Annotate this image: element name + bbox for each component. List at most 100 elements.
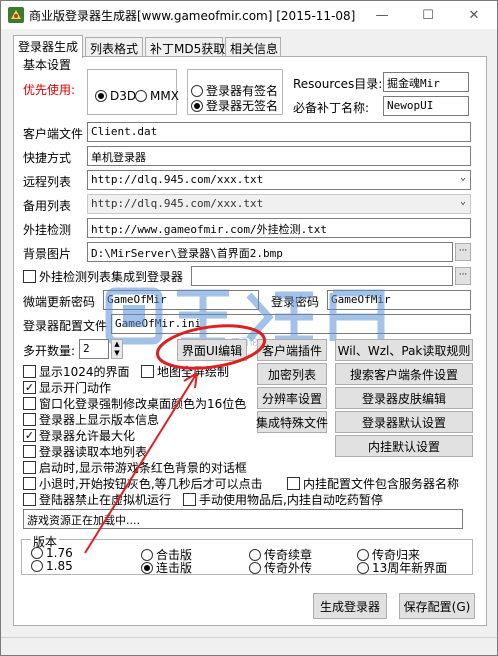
option-pause-potion-checkbox[interactable]: 手动使用物品后,内挂自动吃药暂停 [183, 491, 383, 508]
option-gray-start-checkbox[interactable]: 小退时,开始按钮灰色,等几秒后才可以点击 [23, 475, 263, 492]
cheat-list-integrate-box [23, 270, 36, 283]
wil-rules-button[interactable]: Wil、Wzl、Pak读取规则 [335, 339, 473, 361]
option-local-list-label: 登录器读取本地列表 [39, 445, 148, 459]
close-button[interactable]: ✕ [451, 1, 497, 29]
default-settings-button[interactable]: 登录器默认设置 [335, 411, 473, 433]
tab-list-format[interactable]: 列表格式 [85, 37, 143, 57]
resources-label: Resources目录: [293, 77, 383, 91]
shortcut-input[interactable]: 单机登录器 [87, 146, 471, 166]
version-13th-radio[interactable]: 13周年新界面 [357, 559, 447, 576]
version-13th-label: 13周年新界面 [372, 561, 448, 575]
encrypt-list-button[interactable]: 加密列表 [257, 363, 327, 385]
option-server-name-box [287, 477, 300, 490]
version-lianji-indicator [141, 561, 153, 574]
client-conditions-button[interactable]: 搜索客户端条件设置 [335, 363, 473, 385]
option-maximize-checkbox[interactable]: ✓ 登录器允许最大化 [23, 427, 135, 444]
maximize-icon: ☐ [422, 7, 434, 23]
option-server-name-label: 内挂配置文件包含服务器名称 [303, 477, 460, 491]
radio-d3d[interactable]: D3D [95, 89, 136, 103]
option-16bit-checkbox[interactable]: 窗口化登录强制修改桌面颜色为16位色 [23, 395, 246, 412]
resolution-button[interactable]: 分辨率设置 [257, 387, 327, 409]
multi-open-stepper[interactable]: ▲ ▼ [111, 339, 123, 359]
radio-mmx-label: MMX [150, 89, 179, 103]
save-config-button[interactable]: 保存配置(G) [399, 593, 475, 619]
minimize-icon: — [375, 7, 389, 23]
cheat-list-integrate-checkbox[interactable]: 外挂检测列表集成到登录器 [23, 268, 183, 285]
integrate-file-button[interactable]: 集成特殊文件 [256, 411, 328, 433]
radio-mmx[interactable]: MMX [135, 89, 179, 103]
title-bar: 商业版登录器生成器[www.gameofmir.com] [2015-11-08… [1, 1, 497, 29]
micro-update-pwd-input[interactable]: GameOfMir [103, 290, 259, 310]
app-window: 商业版登录器生成器[www.gameofmir.com] [2015-11-08… [0, 0, 498, 656]
window-title: 商业版登录器生成器[www.gameofmir.com] [2015-11-08… [29, 9, 356, 23]
login-pwd-input[interactable]: GameOfMir [327, 290, 471, 310]
ui-editor-button[interactable]: 界面UI编辑 [177, 339, 247, 361]
option-fullmap-label: 地图全屏绘制 [157, 365, 230, 379]
generate-button[interactable]: 生成登录器 [313, 593, 387, 619]
tab-about[interactable]: 相关信息 [225, 37, 281, 57]
option-red-dialog-checkbox[interactable]: 启动时,显示带游戏条红色背景的对话框 [23, 459, 247, 476]
option-pause-potion-box [183, 493, 196, 506]
radio-signed-indicator [191, 84, 203, 97]
config-file-label: 登录器配置文件 [23, 319, 108, 333]
tab-generate[interactable]: 登录器生成 [13, 35, 83, 58]
chevron-down-icon: ⌄ [459, 196, 466, 207]
option-fullmap-checkbox[interactable]: 地图全屏绘制 [141, 363, 229, 380]
remote-list-select[interactable]: http://dlq.945.com/xxx.txt ⌄ [87, 170, 471, 190]
version-185-label: 1.85 [46, 559, 73, 573]
maximize-button[interactable]: ☐ [405, 1, 451, 29]
bg-image-label: 背景图片 [23, 247, 72, 261]
radio-d3d-label: D3D [110, 89, 137, 103]
check-icon: ✓ [23, 429, 36, 442]
option-1024-checkbox[interactable]: 显示1024的界面 [23, 363, 130, 380]
cheat-check-input[interactable]: http://www.gameofmir.com/外挂检测.txt [87, 218, 471, 238]
status-bar [1, 637, 497, 655]
chevron-up-icon: ▲ [114, 340, 120, 348]
client-file-label: 客户端文件 [23, 127, 84, 141]
cheat-list-integrate-input[interactable] [191, 266, 453, 286]
version-waizhuan-radio[interactable]: 传奇外传 [249, 559, 312, 576]
plugin-defaults-button[interactable]: 内挂默认设置 [335, 435, 473, 457]
cheat-check-label: 外挂检测 [23, 223, 72, 237]
option-gray-start-box [23, 477, 36, 490]
cheat-list-browse-button[interactable]: ··· [455, 267, 471, 285]
skin-editor-button[interactable]: 登录器皮肤编辑 [335, 387, 473, 409]
priority-label: 优先使用: [23, 83, 76, 97]
remote-list-value: http://dlq.945.com/xxx.txt [91, 173, 264, 186]
tab-patch-md5[interactable]: 补丁MD5获取 [145, 37, 225, 57]
client-file-input[interactable]: Client.dat [87, 122, 471, 142]
resources-input[interactable]: 掘金魂Mir [383, 72, 469, 92]
remote-list-label: 远程列表 [23, 175, 72, 189]
status-textbox: 游戏资源正在加载中.... [23, 509, 463, 529]
multi-open-input[interactable]: 2 [79, 339, 109, 359]
version-176-radio[interactable]: 1.76 [31, 546, 73, 560]
backup-list-label: 备用列表 [23, 199, 72, 213]
version-waizhuan-label: 传奇外传 [264, 561, 313, 575]
option-door-anim-checkbox[interactable]: ✓ 显示开门动作 [23, 379, 111, 396]
option-server-name-checkbox[interactable]: 内挂配置文件包含服务器名称 [287, 475, 459, 492]
bg-image-input[interactable]: D:\MirServer\登录器\首界面2.bmp [87, 242, 453, 262]
option-local-list-checkbox[interactable]: 登录器读取本地列表 [23, 443, 147, 460]
cheat-list-integrate-label: 外挂检测列表集成到登录器 [39, 270, 184, 284]
radio-mmx-indicator [135, 90, 147, 102]
backup-list-select[interactable]: http://dlq.945.com/xxx.txt ⌄ [87, 194, 471, 214]
client-plugin-button[interactable]: 客户端插件 [257, 339, 327, 361]
version-185-radio[interactable]: 1.85 [31, 559, 73, 573]
version-185-indicator [31, 560, 43, 572]
config-file-input[interactable]: GameOfMir.ini [111, 314, 471, 334]
option-local-list-box [23, 445, 36, 458]
option-gray-start-label: 小退时,开始按钮灰色,等几秒后才可以点击 [39, 477, 263, 491]
chevron-down-icon: ▼ [114, 349, 120, 357]
option-show-version-checkbox[interactable]: 登录器上显示版本信息 [23, 411, 159, 428]
multi-open-label: 多开数量: [23, 344, 76, 358]
option-16bit-label: 窗口化登录强制修改桌面颜色为16位色 [39, 397, 247, 411]
minimize-button[interactable]: — [359, 1, 405, 29]
option-red-dialog-box [23, 461, 36, 474]
option-no-vm-checkbox[interactable]: 登陆器禁止在虚拟机运行 [23, 491, 171, 508]
option-no-vm-label: 登陆器禁止在虚拟机运行 [39, 493, 172, 507]
patch-name-input[interactable]: NewopUI [383, 96, 469, 116]
option-1024-box [23, 365, 36, 378]
radio-unsigned[interactable]: 登录器无签名 [191, 97, 278, 114]
bg-image-browse-button[interactable]: ··· [455, 243, 471, 261]
version-lianji-radio[interactable]: 连击版 [141, 559, 192, 576]
